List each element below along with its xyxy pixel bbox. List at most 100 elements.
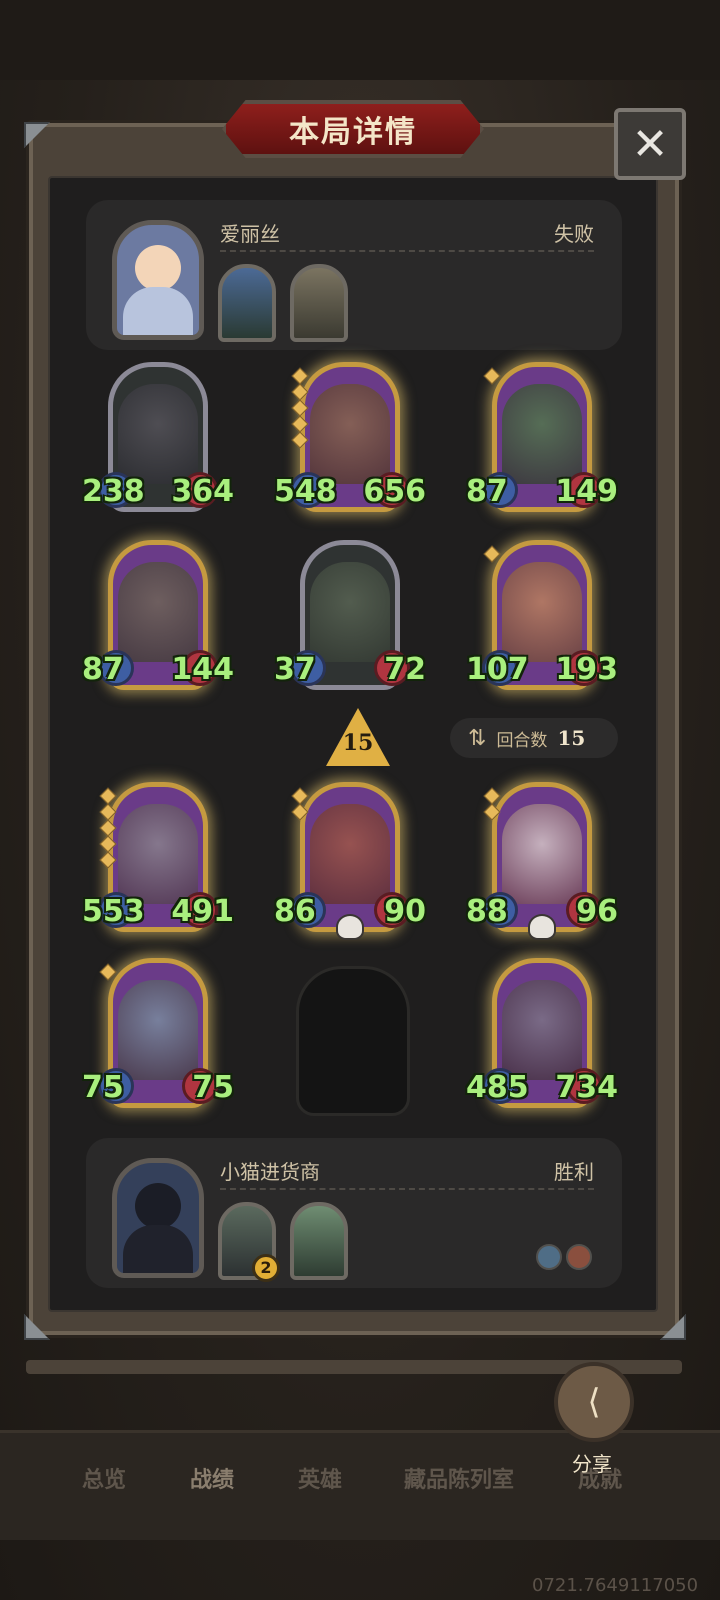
- top-strip: [0, 0, 720, 80]
- buff-icons: [536, 1244, 592, 1270]
- minion-attack: 485: [466, 1070, 529, 1105]
- minion-health: 72: [384, 652, 426, 687]
- deathrattle-skull-icon: [528, 914, 556, 940]
- minion-portrait: [118, 804, 198, 904]
- spell-card-icon[interactable]: [218, 264, 276, 342]
- star-icon: [291, 803, 309, 821]
- share-icon: ⟨: [587, 1382, 601, 1422]
- minion-portrait: [502, 980, 582, 1080]
- page-title: 本局详情: [289, 115, 417, 150]
- minion-stars: [291, 787, 309, 821]
- minion-card[interactable]: 107 193: [466, 540, 618, 700]
- rounds-counter: ⇅ 回合数 15: [450, 718, 618, 758]
- minion-portrait: [118, 384, 198, 484]
- close-button[interactable]: ✕: [614, 108, 686, 180]
- minion-portrait: [118, 562, 198, 662]
- minion-portrait: [118, 980, 198, 1080]
- minion-stars: [99, 963, 117, 981]
- star-icon: [99, 835, 117, 853]
- minion-stars: [483, 545, 501, 563]
- minion-card[interactable]: 87 149: [466, 362, 618, 522]
- minion-card[interactable]: 86 90: [274, 782, 426, 942]
- minion-portrait: [502, 562, 582, 662]
- star-icon: [99, 851, 117, 869]
- minion-card[interactable]: 485 734: [466, 958, 618, 1118]
- minion-card[interactable]: 88 96: [466, 782, 618, 942]
- minion-card[interactable]: 553 491: [82, 782, 234, 942]
- minion-portrait: [310, 562, 390, 662]
- minion-attack: 88: [466, 894, 508, 929]
- divider: [220, 250, 594, 252]
- bottles-icon[interactable]: 2: [218, 1202, 280, 1282]
- minion-health: 90: [384, 894, 426, 929]
- minion-card[interactable]: 37 72: [274, 540, 426, 700]
- title-plate: 本局详情: [222, 100, 484, 158]
- minion-card[interactable]: 75 75: [82, 958, 234, 1118]
- minion-health: 144: [171, 652, 234, 687]
- star-icon: [483, 367, 501, 385]
- player-name: 小猫进货商: [220, 1160, 320, 1184]
- star-icon: [99, 819, 117, 837]
- player-avatar[interactable]: [112, 1158, 204, 1278]
- minion-portrait: [310, 804, 390, 904]
- tab-heroes[interactable]: 英雄: [298, 1462, 342, 1494]
- minion-health: 491: [171, 894, 234, 929]
- player-panel: 小猫进货商 胜利 2: [86, 1138, 622, 1288]
- tab-overview[interactable]: 总览: [82, 1462, 126, 1494]
- minion-health: 734: [555, 1070, 618, 1105]
- opponent-name: 爱丽丝: [220, 222, 280, 246]
- rounds-value: 15: [557, 726, 586, 750]
- rounds-icon: ⇅: [468, 725, 487, 751]
- rounds-label: 回合数: [496, 730, 548, 751]
- minion-attack: 238: [82, 474, 145, 509]
- minion-attack: 553: [82, 894, 145, 929]
- opponent-panel: 爱丽丝 失败: [86, 200, 622, 350]
- close-icon: ✕: [631, 118, 669, 170]
- fist-buff-icon: [566, 1244, 592, 1270]
- minion-card[interactable]: 87 144: [82, 540, 234, 700]
- star-icon: [99, 787, 117, 805]
- minion-card[interactable]: 548 656: [274, 362, 426, 522]
- player-result: 胜利: [554, 1160, 594, 1184]
- tab-records[interactable]: 战绩: [190, 1462, 234, 1494]
- opponent-avatar[interactable]: [112, 220, 204, 340]
- star-icon: [291, 383, 309, 401]
- minion-stars: [99, 787, 117, 869]
- opponent-items: [218, 264, 348, 342]
- minion-card[interactable]: 238 364: [82, 362, 234, 522]
- spell-card-icon[interactable]: [290, 264, 348, 342]
- minion-health: 193: [555, 652, 618, 687]
- player-items: 2: [218, 1202, 348, 1282]
- share-label: 分享: [572, 1452, 612, 1476]
- item-count-badge: 2: [252, 1254, 280, 1282]
- minion-stars: [291, 367, 309, 449]
- hand-icon[interactable]: [290, 1202, 348, 1280]
- star-icon: [483, 787, 501, 805]
- tavern-tier-value: 15: [342, 730, 374, 756]
- share-button[interactable]: ⟨: [554, 1362, 634, 1442]
- minion-stars: [483, 787, 501, 821]
- minion-attack: 87: [82, 652, 124, 687]
- tab-collection[interactable]: 藏品陈列室: [404, 1462, 514, 1494]
- empty-minion-slot: [296, 966, 410, 1116]
- star-icon: [99, 803, 117, 821]
- star-icon: [291, 399, 309, 417]
- minion-health: 149: [555, 474, 618, 509]
- sword-buff-icon: [536, 1244, 562, 1270]
- minion-attack: 107: [466, 652, 529, 687]
- minion-health: 656: [363, 474, 426, 509]
- minion-attack: 548: [274, 474, 337, 509]
- star-icon: [291, 787, 309, 805]
- star-icon: [291, 367, 309, 385]
- minion-health: 75: [192, 1070, 234, 1105]
- minion-attack: 75: [82, 1070, 124, 1105]
- minion-attack: 87: [466, 474, 508, 509]
- minion-attack: 86: [274, 894, 316, 929]
- minion-portrait: [502, 384, 582, 484]
- star-icon: [99, 963, 117, 981]
- star-icon: [483, 803, 501, 821]
- opponent-result: 失败: [554, 222, 594, 246]
- minion-portrait: [502, 804, 582, 904]
- minion-attack: 37: [274, 652, 316, 687]
- minion-health: 96: [576, 894, 618, 929]
